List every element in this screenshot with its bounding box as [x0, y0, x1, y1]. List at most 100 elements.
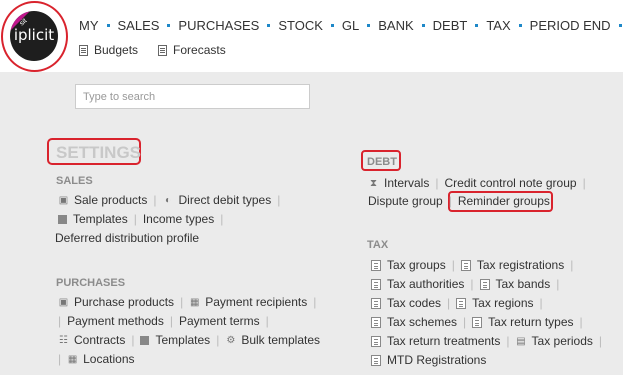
divider: | [582, 176, 586, 190]
tax-icon [456, 297, 467, 309]
section-heading-tax: TAX [367, 239, 389, 251]
link-label: Sale products [74, 193, 148, 207]
sales-row-2: Templates | Income types | [58, 212, 229, 226]
calendar-icon: ▤ [516, 335, 526, 347]
document-icon [79, 44, 88, 56]
link-sale-products[interactable]: ▣ Sale products [58, 193, 148, 207]
link-mtd-registrations[interactable]: MTD Registrations [371, 353, 486, 367]
link-label: Purchase products [74, 295, 175, 309]
link-deferred-distribution-profile[interactable]: Deferred distribution profile [55, 231, 199, 245]
nav-separator [475, 24, 479, 27]
link-label: Tax return types [488, 315, 574, 329]
link-label: Locations [83, 352, 135, 366]
link-label: Deferred distribution profile [55, 231, 200, 245]
link-label: Dispute group [368, 194, 443, 208]
building-icon: ▦ [189, 296, 200, 308]
tax-icon [371, 297, 381, 309]
divider: | [506, 334, 510, 348]
sales-row-1: ▣ Sale products | ◐ Direct debit types | [58, 193, 286, 207]
search-input[interactable] [75, 84, 310, 109]
purchases-row-4: | ▦ Locations [58, 352, 135, 366]
sub-nav: Budgets Forecasts [79, 43, 246, 57]
divider: | [448, 194, 452, 208]
link-purchase-templates[interactable]: Templates [140, 333, 210, 347]
tax-row-2: Tax authorities | Tax bands | [371, 277, 565, 291]
link-direct-debit-types[interactable]: ◐ Direct debit types [163, 193, 271, 207]
cube-icon: ▣ [58, 296, 69, 308]
tax-icon [371, 354, 381, 366]
divider: | [556, 277, 560, 291]
nav-tax[interactable]: TAX [486, 18, 510, 33]
divider: | [435, 176, 439, 190]
cube-icon: ▣ [58, 194, 69, 206]
nav-debt[interactable]: DEBT [433, 18, 468, 33]
link-tax-return-treatments[interactable]: Tax return treatments [371, 334, 500, 348]
link-label: Tax bands [495, 277, 551, 291]
nav-purchases[interactable]: PURCHASES [178, 18, 259, 33]
sales-row-3: Deferred distribution profile [55, 231, 199, 245]
link-bulk-templates[interactable]: ⚙ Bulk templates [225, 333, 320, 347]
tax-icon [472, 316, 483, 328]
link-contracts[interactable]: ☷ Contracts [58, 333, 125, 347]
link-sales-templates[interactable]: Templates [58, 212, 128, 226]
link-purchase-products[interactable]: ▣ Purchase products [58, 295, 174, 309]
link-tax-registrations[interactable]: Tax registrations [460, 258, 565, 272]
nav-gl[interactable]: GL [342, 18, 359, 33]
divider: | [579, 315, 583, 329]
link-credit-control-note-group[interactable]: Credit control note group [444, 176, 576, 190]
tax-icon [371, 335, 381, 347]
divider: | [447, 296, 451, 310]
link-locations[interactable]: ▦ Locations [67, 352, 135, 366]
link-tax-regions[interactable]: Tax regions [456, 296, 534, 310]
link-label: Tax registrations [476, 258, 565, 272]
link-payment-methods[interactable]: Payment methods [67, 314, 164, 328]
subnav-forecasts[interactable]: Forecasts [158, 43, 226, 57]
building-icon: ▦ [67, 353, 78, 365]
link-tax-codes[interactable]: Tax codes [371, 296, 441, 310]
link-income-types[interactable]: Income types [143, 212, 214, 226]
section-heading-sales: SALES [56, 175, 93, 187]
link-tax-return-types[interactable]: Tax return types [472, 315, 574, 329]
divider: | [598, 334, 603, 348]
link-label: Payment recipients [205, 295, 308, 309]
nav-sales[interactable]: SALES [118, 18, 160, 33]
link-label: Templates [73, 212, 128, 226]
link-label: Tax groups [387, 258, 446, 272]
link-payment-recipients[interactable]: ▦ Payment recipients [189, 295, 307, 309]
gear-icon: ⚙ [226, 334, 236, 346]
subnav-budgets[interactable]: Budgets [79, 43, 138, 57]
section-heading-debt: DEBT [367, 156, 397, 168]
template-icon [140, 335, 150, 345]
logo-disc: sit iplicit [10, 11, 58, 61]
interval-icon: ⧗ [369, 177, 378, 189]
link-tax-authorities[interactable]: Tax authorities [371, 277, 464, 291]
nav-my[interactable]: MY [79, 18, 99, 33]
link-tax-periods[interactable]: ▤ Tax periods [516, 334, 593, 348]
divider: | [265, 314, 269, 328]
link-payment-terms[interactable]: Payment terms [179, 314, 260, 328]
app-header: sit iplicit MY SALES PURCHASES STOCK GL … [0, 0, 623, 72]
nav-bank[interactable]: BANK [378, 18, 413, 33]
divider: | [58, 314, 62, 328]
section-heading-purchases: PURCHASES [56, 277, 126, 289]
link-tax-schemes[interactable]: Tax schemes [371, 315, 457, 329]
link-reminder-groups[interactable]: Reminder groups [458, 194, 550, 208]
purchases-row-1: ▣ Purchase products | ▦ Payment recipients… [58, 295, 322, 309]
link-tax-bands[interactable]: Tax bands [479, 277, 551, 291]
nav-stock[interactable]: STOCK [278, 18, 323, 33]
divider: | [131, 333, 135, 347]
logo-text: iplicit [13, 26, 55, 44]
link-intervals[interactable]: ⧗ Intervals [368, 176, 429, 190]
direct-debit-icon: ◐ [164, 194, 172, 206]
link-dispute-group[interactable]: Dispute group [368, 194, 443, 208]
tax-icon [460, 259, 471, 271]
contract-icon: ☷ [59, 334, 68, 346]
nav-separator [618, 24, 622, 27]
link-label: Tax periods [531, 334, 593, 348]
link-label: Tax return treatments [387, 334, 501, 348]
app-logo[interactable]: sit iplicit [1, 1, 68, 72]
nav-period-end[interactable]: PERIOD END [530, 18, 611, 33]
link-label: Tax regions [472, 296, 534, 310]
link-label: Templates [155, 333, 211, 347]
link-tax-groups[interactable]: Tax groups [371, 258, 446, 272]
